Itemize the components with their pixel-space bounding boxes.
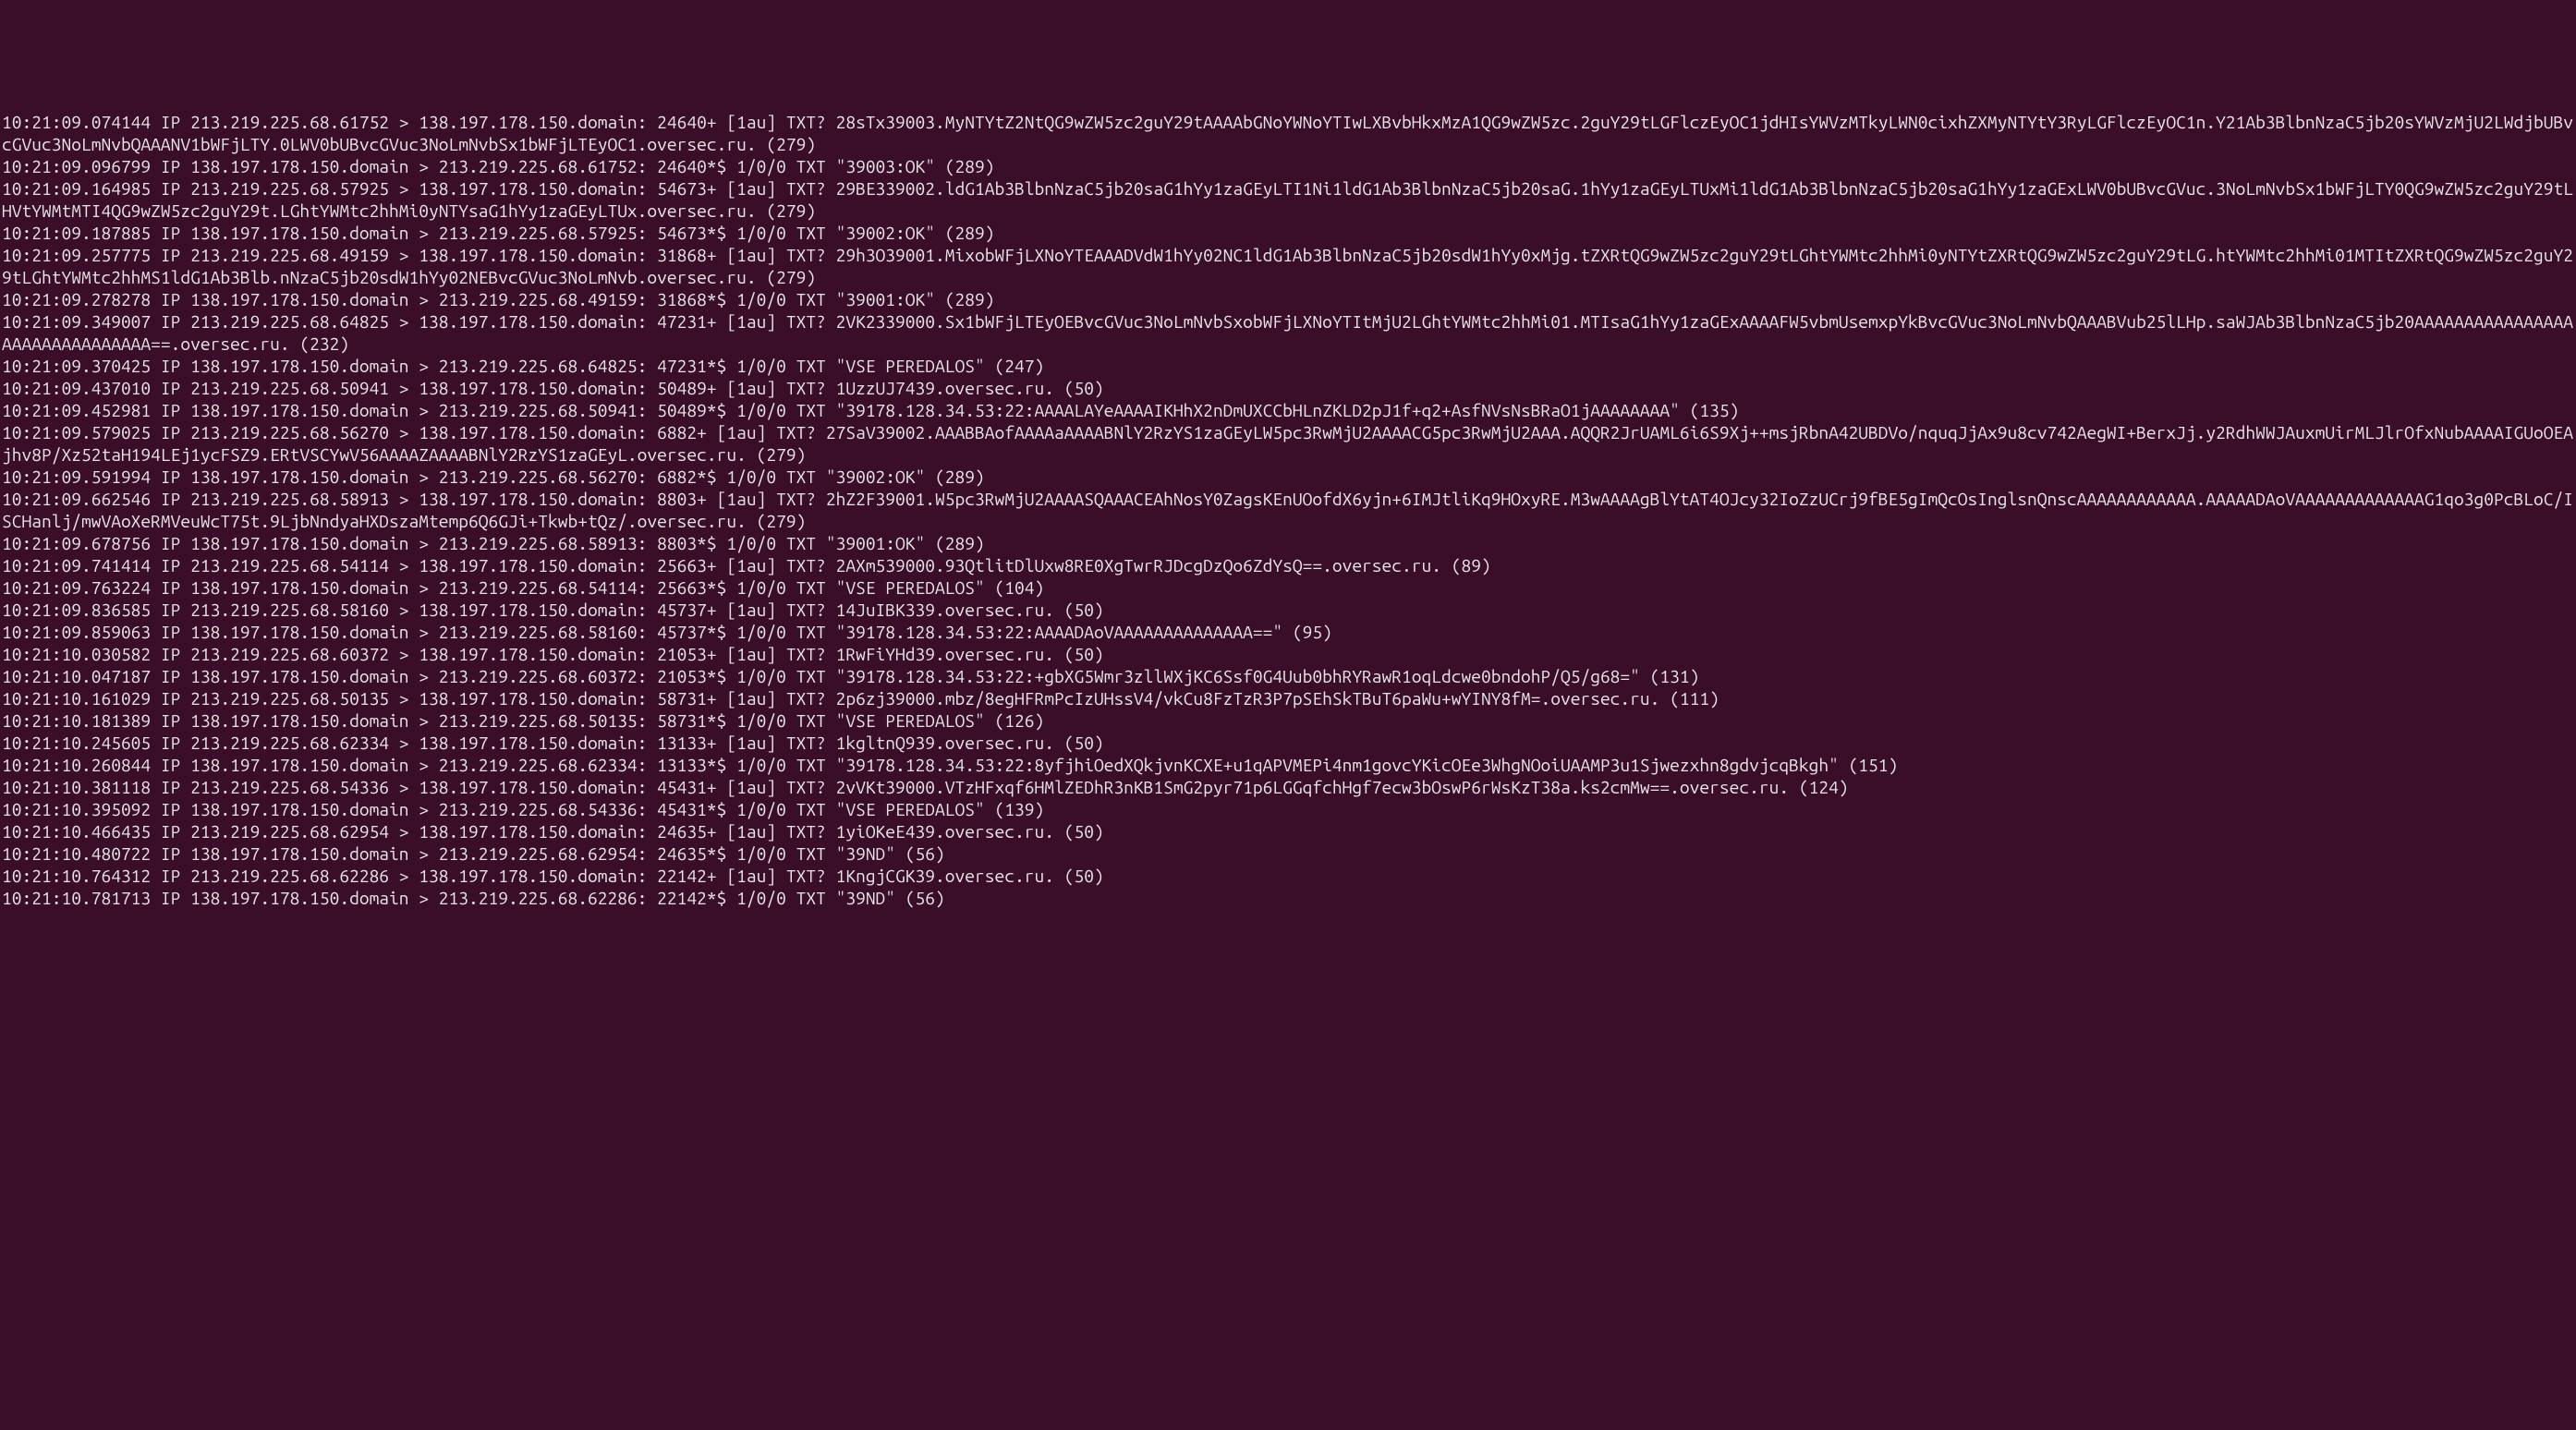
terminal-line: 10:21:09.074144 IP 213.219.225.68.61752 … (2, 111, 2574, 155)
terminal-line: 10:21:10.181389 IP 138.197.178.150.domai… (2, 709, 2574, 732)
terminal-line: 10:21:10.161029 IP 213.219.225.68.50135 … (2, 687, 2574, 709)
terminal-line: 10:21:10.395092 IP 138.197.178.150.domai… (2, 798, 2574, 820)
terminal-line: 10:21:09.763224 IP 138.197.178.150.domai… (2, 576, 2574, 599)
terminal-line: 10:21:09.187885 IP 138.197.178.150.domai… (2, 222, 2574, 244)
terminal-line: 10:21:09.452981 IP 138.197.178.150.domai… (2, 399, 2574, 421)
terminal-line: 10:21:09.349007 IP 213.219.225.68.64825 … (2, 310, 2574, 355)
terminal-line: 10:21:10.764312 IP 213.219.225.68.62286 … (2, 865, 2574, 887)
terminal-line: 10:21:09.096799 IP 138.197.178.150.domai… (2, 155, 2574, 177)
terminal-line: 10:21:09.437010 IP 213.219.225.68.50941 … (2, 377, 2574, 399)
terminal-line: 10:21:10.381118 IP 213.219.225.68.54336 … (2, 776, 2574, 798)
terminal-line: 10:21:09.836585 IP 213.219.225.68.58160 … (2, 599, 2574, 621)
terminal-line: 10:21:10.480722 IP 138.197.178.150.domai… (2, 842, 2574, 865)
terminal-line: 10:21:09.370425 IP 138.197.178.150.domai… (2, 355, 2574, 377)
terminal-line: 10:21:10.466435 IP 213.219.225.68.62954 … (2, 820, 2574, 842)
terminal-line: 10:21:09.579025 IP 213.219.225.68.56270 … (2, 421, 2574, 466)
terminal-line: 10:21:09.678756 IP 138.197.178.150.domai… (2, 532, 2574, 554)
terminal-line: 10:21:09.164985 IP 213.219.225.68.57925 … (2, 177, 2574, 222)
terminal-line: 10:21:10.781713 IP 138.197.178.150.domai… (2, 887, 2574, 909)
terminal-line: 10:21:10.245605 IP 213.219.225.68.62334 … (2, 732, 2574, 754)
terminal-line: 10:21:09.662546 IP 213.219.225.68.58913 … (2, 488, 2574, 532)
terminal-line: 10:21:10.260844 IP 138.197.178.150.domai… (2, 754, 2574, 776)
terminal-line: 10:21:09.591994 IP 138.197.178.150.domai… (2, 466, 2574, 488)
terminal-line: 10:21:09.278278 IP 138.197.178.150.domai… (2, 288, 2574, 310)
terminal-line: 10:21:09.859063 IP 138.197.178.150.domai… (2, 621, 2574, 643)
terminal-line: 10:21:10.047187 IP 138.197.178.150.domai… (2, 665, 2574, 687)
terminal-output[interactable]: 10:21:09.074144 IP 213.219.225.68.61752 … (0, 111, 2576, 909)
terminal-line: 10:21:09.257775 IP 213.219.225.68.49159 … (2, 244, 2574, 288)
terminal-line: 10:21:09.741414 IP 213.219.225.68.54114 … (2, 554, 2574, 576)
terminal-line: 10:21:10.030582 IP 213.219.225.68.60372 … (2, 643, 2574, 665)
